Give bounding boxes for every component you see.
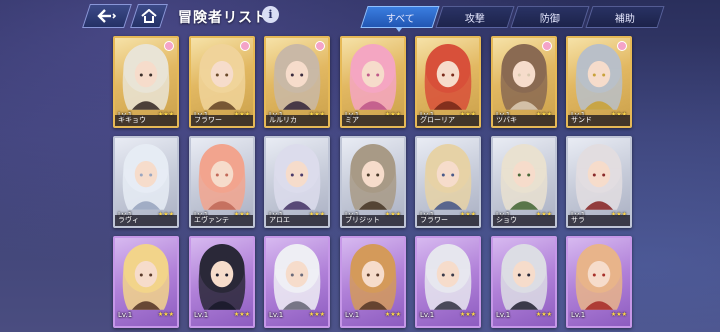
character-portrait (122, 244, 170, 310)
tab-label: 攻撃 (465, 13, 485, 25)
character-card[interactable]: Lv.1★★★アロエ (264, 136, 330, 228)
level-label: Lv.1 (118, 311, 133, 319)
character-portrait (273, 144, 321, 210)
character-card[interactable]: Lv.1★★★サラ (566, 136, 632, 228)
character-portrait (575, 144, 623, 210)
character-name: アロエ (266, 215, 328, 226)
home-button[interactable] (130, 4, 168, 28)
character-card[interactable]: Lv.1 ★★★ (189, 236, 255, 328)
character-card[interactable]: Lv.1 ★★★ (264, 236, 330, 328)
level-label: Lv.1 (420, 311, 435, 319)
roster-grid: Lv.1★★★キキョウLv.1★★★フラワーLv.1★★★ルルリカLv.1★★★… (113, 36, 633, 332)
favorite-flower-icon (617, 41, 627, 51)
tab-label: 防御 (540, 13, 560, 25)
character-portrait (424, 244, 472, 310)
tab-label: 補助 (615, 13, 635, 25)
character-card[interactable]: Lv.1★★★グローリア (415, 36, 481, 128)
rarity-stars: ★★★ (157, 311, 174, 318)
character-card[interactable]: Lv.1★★★ルルリカ (264, 36, 330, 128)
character-card[interactable]: Lv.1★★★ブリジット (340, 136, 406, 228)
character-name: サンド (568, 115, 630, 126)
favorite-flower-icon (240, 41, 250, 51)
favorite-flower-icon (542, 41, 552, 51)
character-card[interactable]: Lv.1★★★サンド (566, 36, 632, 128)
character-portrait (424, 144, 472, 210)
level-label: Lv.1 (496, 311, 511, 319)
character-card[interactable]: Lv.1 ★★★ (491, 236, 557, 328)
character-name: キキョウ (115, 115, 177, 126)
level-label: Lv.1 (194, 311, 209, 319)
page-title: 冒険者リスト (178, 10, 268, 26)
tab-0[interactable]: すべて (360, 6, 440, 28)
character-name: グローリア (417, 115, 479, 126)
character-name: フラワー (417, 215, 479, 226)
character-portrait (122, 144, 170, 210)
tab-label: すべて (385, 13, 415, 25)
rarity-stars: ★★★ (459, 311, 476, 318)
character-name: エヴァンテ (191, 215, 253, 226)
rarity-stars: ★★★ (308, 311, 325, 318)
character-portrait (349, 44, 397, 110)
character-card[interactable]: Lv.1★★★ショウ (491, 136, 557, 228)
character-card[interactable]: Lv.1★★★ラヴィ (113, 136, 179, 228)
active-tab-indicator (396, 28, 402, 32)
character-name: ミア (342, 115, 404, 126)
favorite-flower-icon (315, 41, 325, 51)
filter-tabs: すべて 攻撃 防御 補助 (360, 6, 665, 28)
info-button[interactable]: i (262, 6, 279, 23)
character-card[interactable]: Lv.1★★★ツバキ (491, 36, 557, 128)
character-name: ブリジット (342, 215, 404, 226)
favorite-flower-icon (164, 41, 174, 51)
character-card[interactable]: Lv.1 ★★★ (113, 236, 179, 328)
character-card[interactable]: Lv.1 ★★★ (566, 236, 632, 328)
character-card[interactable]: Lv.1★★★フラワー (189, 36, 255, 128)
character-card[interactable]: Lv.1 ★★★ (415, 236, 481, 328)
back-arrow-icon (97, 9, 117, 23)
home-icon (141, 9, 157, 23)
header-bar: 冒険者リスト i すべて 攻撃 防御 補助 (0, 0, 720, 34)
level-label: Lv.1 (269, 311, 284, 319)
character-portrait (424, 44, 472, 110)
character-portrait (349, 244, 397, 310)
back-button[interactable] (82, 4, 132, 28)
rarity-stars: ★★★ (535, 311, 552, 318)
rarity-stars: ★★★ (610, 311, 627, 318)
character-card[interactable]: Lv.1★★★フラワー (415, 136, 481, 228)
level-label: Lv.1 (571, 311, 586, 319)
tab-3[interactable]: 補助 (585, 6, 665, 28)
character-portrait (198, 144, 246, 210)
character-name: サラ (568, 215, 630, 226)
character-card[interactable]: Lv.1★★★キキョウ (113, 36, 179, 128)
level-label: Lv.1 (345, 311, 360, 319)
character-card[interactable]: Lv.1 ★★★ (340, 236, 406, 328)
rarity-stars: ★★★ (384, 311, 401, 318)
tab-1[interactable]: 攻撃 (435, 6, 515, 28)
rarity-stars: ★★★ (233, 311, 250, 318)
character-card[interactable]: Lv.1★★★エヴァンテ (189, 136, 255, 228)
character-portrait (349, 144, 397, 210)
character-name: ルルリカ (266, 115, 328, 126)
tab-2[interactable]: 防御 (510, 6, 590, 28)
character-portrait (575, 244, 623, 310)
character-portrait (198, 244, 246, 310)
character-name: ショウ (493, 215, 555, 226)
character-name: ラヴィ (115, 215, 177, 226)
character-name: ツバキ (493, 115, 555, 126)
character-portrait (500, 244, 548, 310)
character-portrait (273, 244, 321, 310)
character-portrait (500, 144, 548, 210)
character-card[interactable]: Lv.1★★★ミア (340, 36, 406, 128)
character-name: フラワー (191, 115, 253, 126)
